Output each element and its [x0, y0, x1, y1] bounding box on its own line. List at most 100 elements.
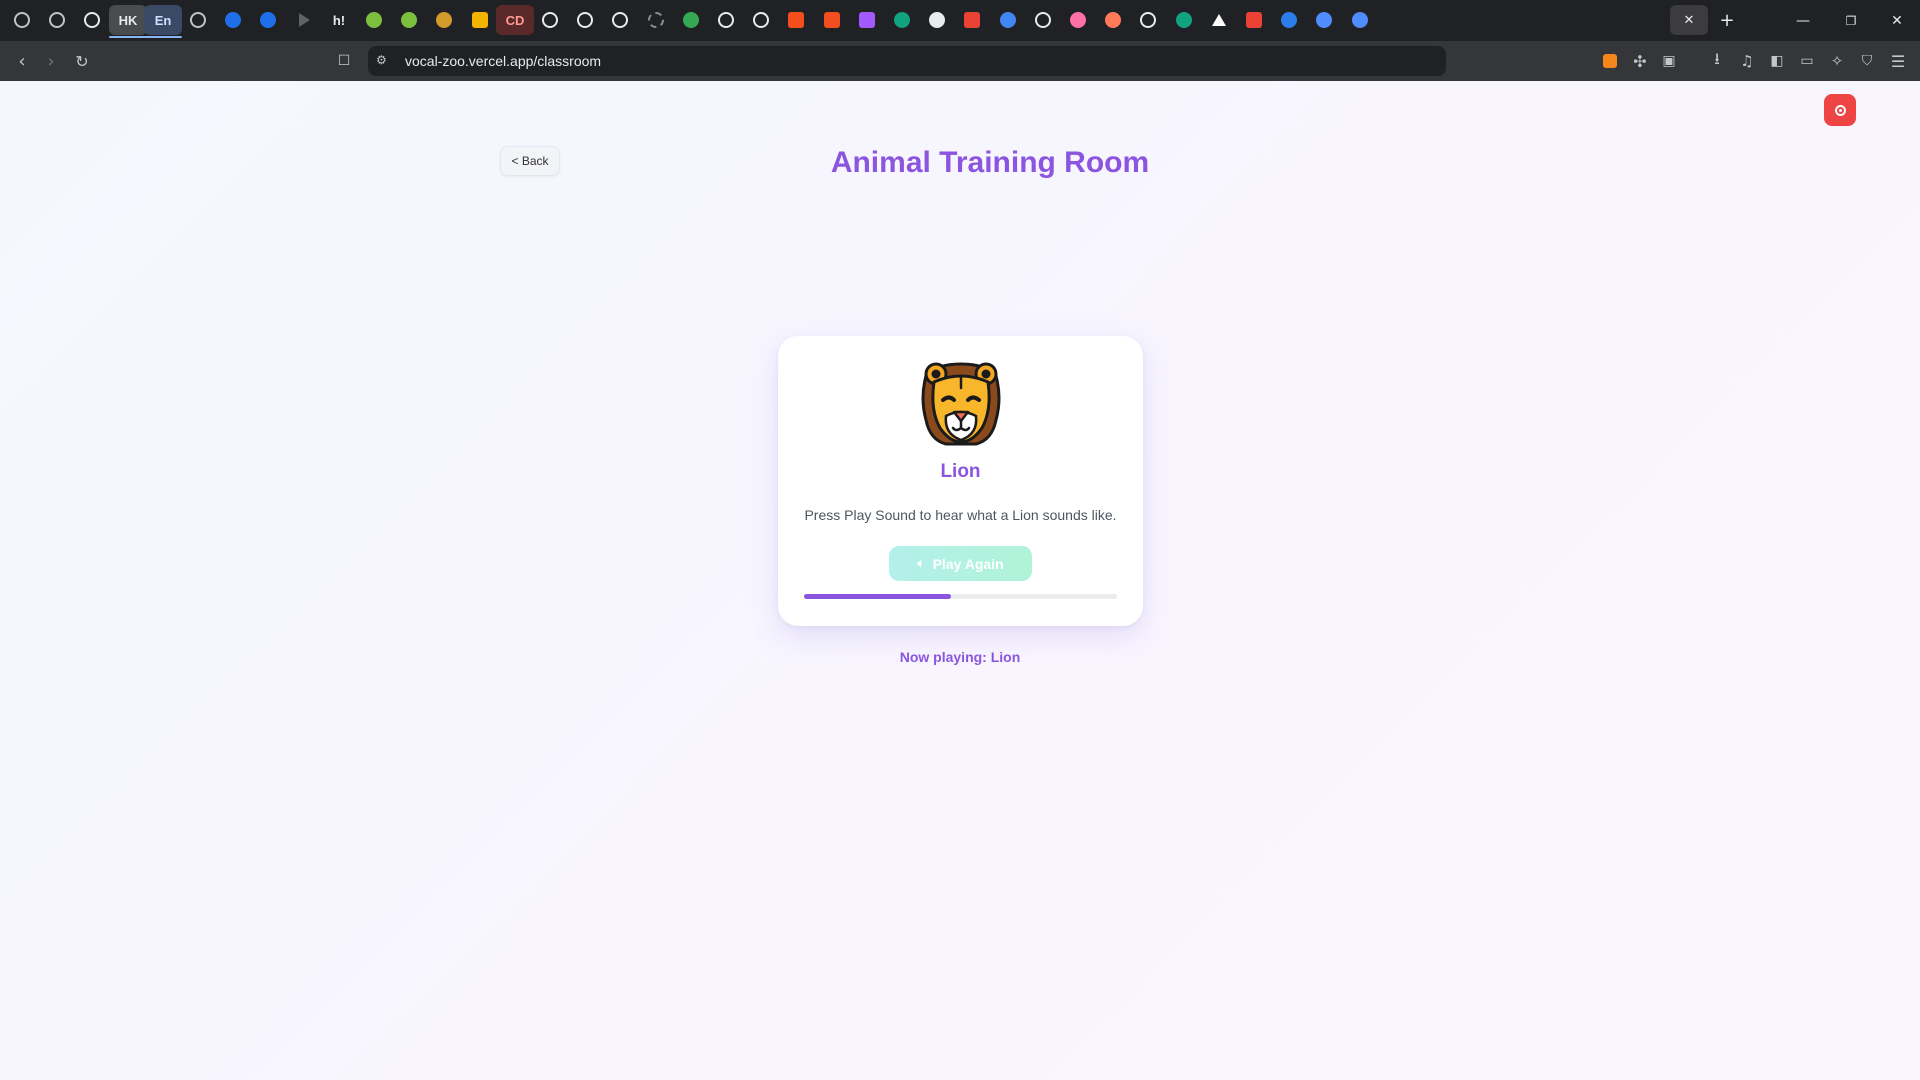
browser-tab[interactable] — [179, 5, 217, 35]
close-window-button[interactable]: ✕ — [1874, 0, 1920, 41]
download-icon[interactable]: ⭳ — [1703, 47, 1731, 75]
ring-icon — [49, 12, 65, 28]
settings-icon — [14, 12, 30, 28]
figma-icon — [859, 12, 875, 28]
forward-nav-icon[interactable]: › — [37, 47, 65, 75]
browser-tab[interactable]: h! — [320, 5, 358, 35]
browser-tab[interactable] — [355, 5, 393, 35]
leo-ai-icon[interactable]: ✧ — [1823, 47, 1851, 75]
extension-fox-icon[interactable] — [1596, 47, 1624, 75]
tab-strip: HK En h! CD ✕ + — ❐ ✕ — [0, 0, 1920, 41]
browser-tab[interactable] — [1305, 5, 1343, 35]
play-again-label: Play Again — [932, 555, 1004, 572]
note-icon — [472, 12, 488, 28]
browser-tab[interactable] — [73, 5, 111, 35]
github-icon — [577, 12, 593, 28]
gmail-icon — [964, 12, 980, 28]
browser-tab[interactable] — [3, 5, 41, 35]
browser-tab[interactable] — [1059, 5, 1097, 35]
browser-tab[interactable] — [425, 5, 463, 35]
browser-tab[interactable]: En — [144, 5, 182, 38]
figma-icon — [788, 12, 804, 28]
app-icon — [1281, 12, 1297, 28]
github-icon — [612, 12, 628, 28]
music-icon[interactable]: ♫ — [1733, 47, 1761, 75]
site-info-icon[interactable]: ⚙ — [376, 53, 387, 67]
github-icon — [542, 12, 558, 28]
animal-card: Lion Press Play Sound to hear what a Lio… — [778, 336, 1143, 626]
sidebar-icon[interactable]: ◧ — [1763, 47, 1791, 75]
browser-tab[interactable] — [1235, 5, 1273, 35]
browser-tab[interactable] — [742, 5, 780, 35]
browser-tab[interactable] — [813, 5, 851, 35]
minimize-button[interactable]: — — [1780, 0, 1826, 41]
browser-tab[interactable]: CD — [496, 5, 534, 35]
new-tab-button[interactable]: + — [1708, 5, 1746, 35]
browser-tab[interactable] — [214, 5, 252, 35]
app-icon — [683, 12, 699, 28]
browser-tab[interactable] — [989, 5, 1027, 35]
record-button[interactable] — [1824, 94, 1856, 126]
globe-icon — [401, 12, 417, 28]
browser-tab[interactable] — [1270, 5, 1308, 35]
speaker-icon: 🔈︎ — [917, 556, 925, 570]
animal-name: Lion — [940, 461, 981, 482]
browser-tab[interactable] — [1024, 5, 1062, 35]
lion-icon — [921, 362, 1001, 446]
bookmark-icon[interactable]: ☐ — [330, 47, 358, 75]
app-icon — [1000, 12, 1016, 28]
browser-tab[interactable] — [883, 5, 921, 35]
browser-tab[interactable] — [1094, 5, 1132, 35]
github-icon — [718, 12, 734, 28]
app-icon — [1176, 12, 1192, 28]
browser-tab[interactable] — [249, 5, 287, 35]
browser-tab[interactable] — [672, 5, 710, 35]
back-button[interactable]: < Back — [500, 146, 560, 176]
browser-tab[interactable] — [707, 5, 745, 35]
now-playing-status: Now playing: Lion — [899, 649, 1021, 665]
triangle-icon — [1212, 14, 1226, 26]
browser-tab[interactable] — [601, 5, 639, 35]
app-icon — [929, 12, 945, 28]
browser-tab[interactable] — [285, 5, 323, 35]
restore-button[interactable]: ❐ — [1828, 0, 1874, 41]
globe-icon — [366, 12, 382, 28]
play-again-button[interactable]: 🔈︎ Play Again — [889, 546, 1032, 581]
sound-progress-bar — [804, 594, 1117, 599]
app-icon — [1352, 12, 1368, 28]
browser-tab[interactable] — [1129, 5, 1167, 35]
browser-tab[interactable] — [953, 5, 991, 35]
reload-icon[interactable]: ↻ — [68, 47, 96, 75]
ring-icon — [190, 12, 206, 28]
wallet-icon[interactable]: ▭ — [1793, 47, 1821, 75]
browser-tab[interactable] — [1200, 5, 1238, 35]
browser-tab[interactable] — [531, 5, 569, 35]
page-content: < Back Animal Training Room Lion Press P… — [0, 81, 1920, 1080]
app-icon — [260, 12, 276, 28]
vpn-icon[interactable]: ⛉ — [1853, 47, 1881, 75]
browser-tab[interactable] — [848, 5, 886, 35]
close-tab-button[interactable]: ✕ — [1670, 5, 1708, 35]
extensions-icon[interactable]: ✣ — [1626, 47, 1654, 75]
sound-progress-fill — [804, 594, 952, 599]
url-text[interactable]: vocal-zoo.vercel.app/classroom — [405, 52, 601, 70]
play-icon — [298, 13, 310, 27]
figma-icon — [824, 12, 840, 28]
menu-icon[interactable]: ☰ — [1884, 47, 1912, 75]
browser-tab[interactable] — [918, 5, 956, 35]
screenshot-icon[interactable]: ▣ — [1655, 47, 1683, 75]
browser-tab[interactable] — [566, 5, 604, 35]
browser-tab[interactable] — [637, 5, 675, 35]
moon-icon — [436, 12, 452, 28]
flower-icon — [1070, 12, 1086, 28]
browser-tab[interactable]: HK — [109, 5, 147, 38]
browser-tab[interactable] — [1165, 5, 1203, 35]
browser-tab[interactable] — [390, 5, 428, 35]
app-icon — [1316, 12, 1332, 28]
back-nav-icon[interactable]: ‹ — [8, 47, 36, 75]
browser-tab[interactable] — [38, 5, 76, 35]
browser-tab[interactable] — [461, 5, 499, 35]
gmail-icon — [1246, 12, 1262, 28]
browser-tab[interactable] — [777, 5, 815, 35]
browser-tab[interactable] — [1341, 5, 1379, 35]
